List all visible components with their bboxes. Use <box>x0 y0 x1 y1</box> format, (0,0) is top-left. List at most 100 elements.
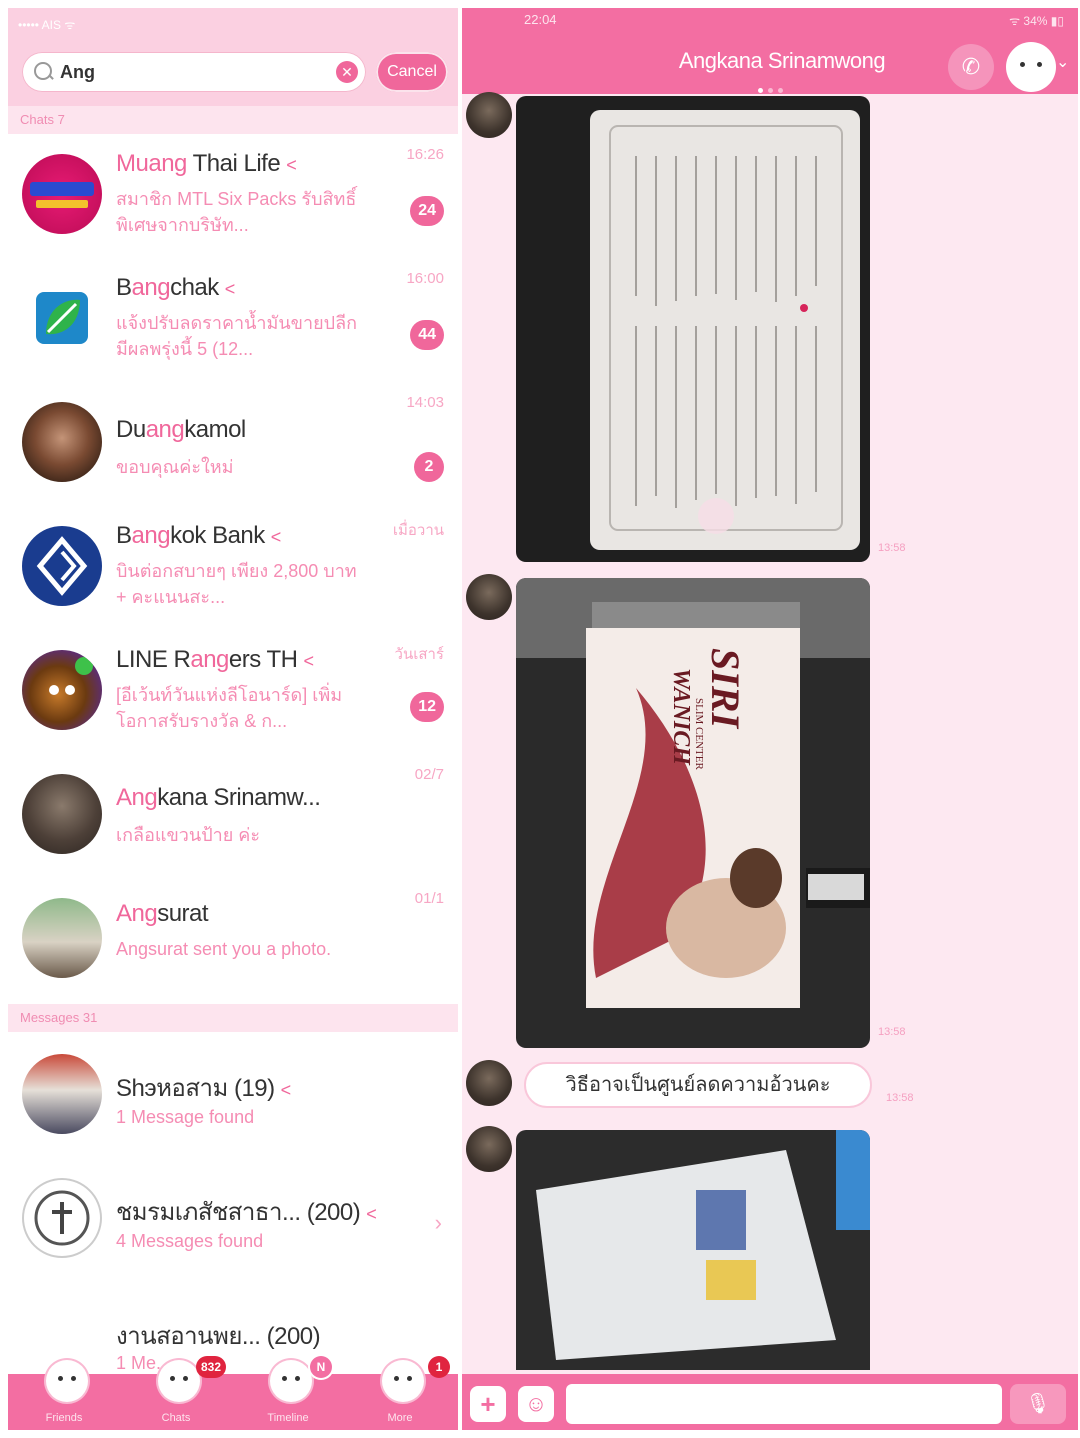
avatar <box>22 154 102 234</box>
chats-section-header: Chats 7 <box>8 106 458 134</box>
line-rangers-logo-icon <box>49 657 93 695</box>
chat-name: Bangkok Bank < <box>116 522 281 549</box>
chat-row-muang-thai-life[interactable]: Muang Thai Life < สมาชิก MTL Six Packs รั… <box>8 134 458 258</box>
clear-search-icon[interactable]: ✕ <box>336 61 358 83</box>
share-icon: < <box>366 1204 377 1224</box>
tab-timeline[interactable]: N Timeline <box>232 1356 344 1430</box>
tab-chats[interactable]: 832 Chats <box>120 1356 232 1430</box>
cancel-button[interactable]: Cancel <box>376 52 448 92</box>
message-input[interactable] <box>566 1384 1002 1424</box>
clock: 22:04 <box>524 12 557 27</box>
chat-preview: ขอบคุณค่ะใหม่ <box>116 457 234 477</box>
chat-title[interactable]: Angkana Srinamwong <box>622 48 942 74</box>
chat-time: เมื่อวาน <box>392 522 444 539</box>
photo-message-card[interactable] <box>516 96 870 562</box>
tab-friends[interactable]: Friends <box>8 1360 120 1430</box>
chat-row-bangkok-bank[interactable]: Bangkok Bank < บินต่อกสบายๆ เพียง 2,800 บ… <box>8 506 458 630</box>
avatar <box>22 402 102 482</box>
siri-wanich-subtitle: WANICH <box>668 668 694 766</box>
chat-row-bangchak[interactable]: Bangchak < แจ้งปรับลดราคาน้ำมันขายปลีก มี… <box>8 258 458 382</box>
message-found-count: 1 Message found <box>116 1107 255 1127</box>
chat-name: Bangchak < <box>116 274 235 301</box>
photo-message-bag[interactable] <box>516 1130 870 1370</box>
chats-icon <box>158 1360 200 1402</box>
chat-preview: สมาชิก MTL Six Packs รับสิทธิ์พิเศษจากบร… <box>116 189 357 235</box>
chat-row-angsurat[interactable]: Angsurat Angsurat sent you a photo. 01/1 <box>8 878 458 1002</box>
chevron-down-icon[interactable]: ⌄ <box>1056 52 1069 72</box>
chat-preview: [อีเว้นท์วันแห่งลีโอนาร์ด] เพิ่มโอกาสรับ… <box>116 685 343 731</box>
chat-row-line-rangers[interactable]: LINE Rangers TH < [อีเว้นท์วันแห่งลีโอนาร… <box>8 630 458 754</box>
more-icon <box>382 1360 424 1402</box>
call-icon[interactable]: ✆ <box>948 44 994 90</box>
avatar <box>22 526 102 606</box>
search-icon <box>34 62 52 80</box>
chat-time: 16:00 <box>406 270 444 287</box>
conversation-pane: 22:04 ᯤ 34% ▮▯ Angkana Srinamwong ✆ ⌄ 13… <box>462 8 1078 1430</box>
share-icon: < <box>280 1080 292 1100</box>
carrier-label: ••••• AIS ᯤ <box>18 18 76 32</box>
chat-time: 02/7 <box>414 766 444 783</box>
message-time: 13:58 <box>886 1092 914 1104</box>
unread-badge: 44 <box>410 320 444 350</box>
chat-preview: บินต่อกสบายๆ เพียง 2,800 บาท + คะแนนสะ..… <box>116 561 357 607</box>
status-bar: ••••• AIS ᯤ <box>8 8 458 40</box>
menu-sticker-icon[interactable] <box>1006 42 1056 92</box>
bangkok-bank-logo-icon <box>36 536 88 596</box>
chat-preview: เกลือแขวนป้าย ค่ะ <box>116 825 260 845</box>
chat-time: 14:03 <box>406 394 444 411</box>
search-box[interactable]: ✕ <box>22 52 366 92</box>
avatar <box>22 774 102 854</box>
muang-thai-logo-icon <box>30 182 94 208</box>
avatar <box>22 278 102 358</box>
message-input-bar: + ☺ 🎙 <box>462 1374 1078 1430</box>
chat-preview: แจ้งปรับลดราคาน้ำมันขายปลีก มีผลพรุ่งนี้… <box>116 313 357 359</box>
sender-avatar[interactable] <box>466 92 512 138</box>
search-bar: ✕ Cancel <box>8 40 458 106</box>
message-group-name: ชมรมเภสัชสาธา... (200) < <box>116 1199 377 1226</box>
chat-row-angkana[interactable]: Angkana Srinamw... เกลือแขวนป้าย ค่ะ 02/… <box>8 754 458 878</box>
plus-icon[interactable]: + <box>470 1386 506 1422</box>
chat-name: Angkana Srinamw... <box>116 784 321 811</box>
siri-wanich-photo: SLIM CENTER SIRI WANICH <box>516 578 870 1008</box>
bangchak-logo-icon <box>36 292 88 344</box>
battery-status: ᯤ 34% ▮▯ <box>1009 14 1064 28</box>
chat-header: 22:04 ᯤ 34% ▮▯ Angkana Srinamwong ✆ ⌄ <box>462 8 1078 94</box>
microphone-icon[interactable]: 🎙 <box>1010 1384 1066 1424</box>
message-time: 13:58 <box>878 542 906 554</box>
chat-preview: Angsurat sent you a photo. <box>116 939 332 959</box>
chevron-right-icon: › <box>434 1210 442 1235</box>
pharmacy-club-logo-icon <box>34 1190 90 1246</box>
unread-badge: 12 <box>410 692 444 722</box>
message-row[interactable]: Shэหอสาม (19) < 1 Message found <box>8 1034 458 1158</box>
message-group-name: Shэหอสาม (19) < <box>116 1075 292 1102</box>
search-input[interactable] <box>60 60 340 84</box>
chat-row-duangkamol[interactable]: Duangkamol ขอบคุณค่ะใหม่ 14:03 2 <box>8 382 458 506</box>
tab-more[interactable]: 1 More <box>344 1356 456 1430</box>
chat-list-pane: ••••• AIS ᯤ ✕ Cancel Chats 7 Muang Thai … <box>8 8 458 1430</box>
product-card-image <box>590 110 860 550</box>
text-message-bubble[interactable]: วิธีอาจเป็นศูนย์ลดความอ้วนคะ <box>524 1062 872 1108</box>
messages-section-header: Messages 31 <box>8 1004 458 1032</box>
chat-name: Angsurat <box>116 900 209 927</box>
siri-wanich-title: SIRI <box>703 648 748 729</box>
unread-badge: 24 <box>410 196 444 226</box>
timeline-badge: N <box>310 1356 332 1378</box>
emoji-icon[interactable]: ☺ <box>518 1386 554 1422</box>
sender-avatar[interactable] <box>466 574 512 620</box>
chat-name: Duangkamol <box>116 416 246 443</box>
avatar <box>22 1178 102 1258</box>
sender-avatar[interactable] <box>466 1126 512 1172</box>
unread-badge: 2 <box>414 452 444 482</box>
photo-message-siri-wanich[interactable]: SLIM CENTER SIRI WANICH <box>516 578 870 1048</box>
more-badge: 1 <box>428 1356 450 1378</box>
chat-time: 01/1 <box>414 890 444 907</box>
sender-avatar[interactable] <box>466 1060 512 1106</box>
avatar <box>22 650 102 730</box>
bottom-tab-bar: Friends 832 Chats N Timeline 1 More <box>8 1356 458 1430</box>
message-row[interactable]: ชมรมเภสัชสาธา... (200) < 4 Messages found… <box>8 1158 458 1282</box>
chat-time: วันเสาร์ <box>394 646 444 663</box>
chats-badge: 832 <box>196 1356 227 1378</box>
chat-name: Muang Thai Life < <box>116 150 297 177</box>
friends-icon <box>46 1360 88 1402</box>
share-icon: < <box>286 155 297 175</box>
